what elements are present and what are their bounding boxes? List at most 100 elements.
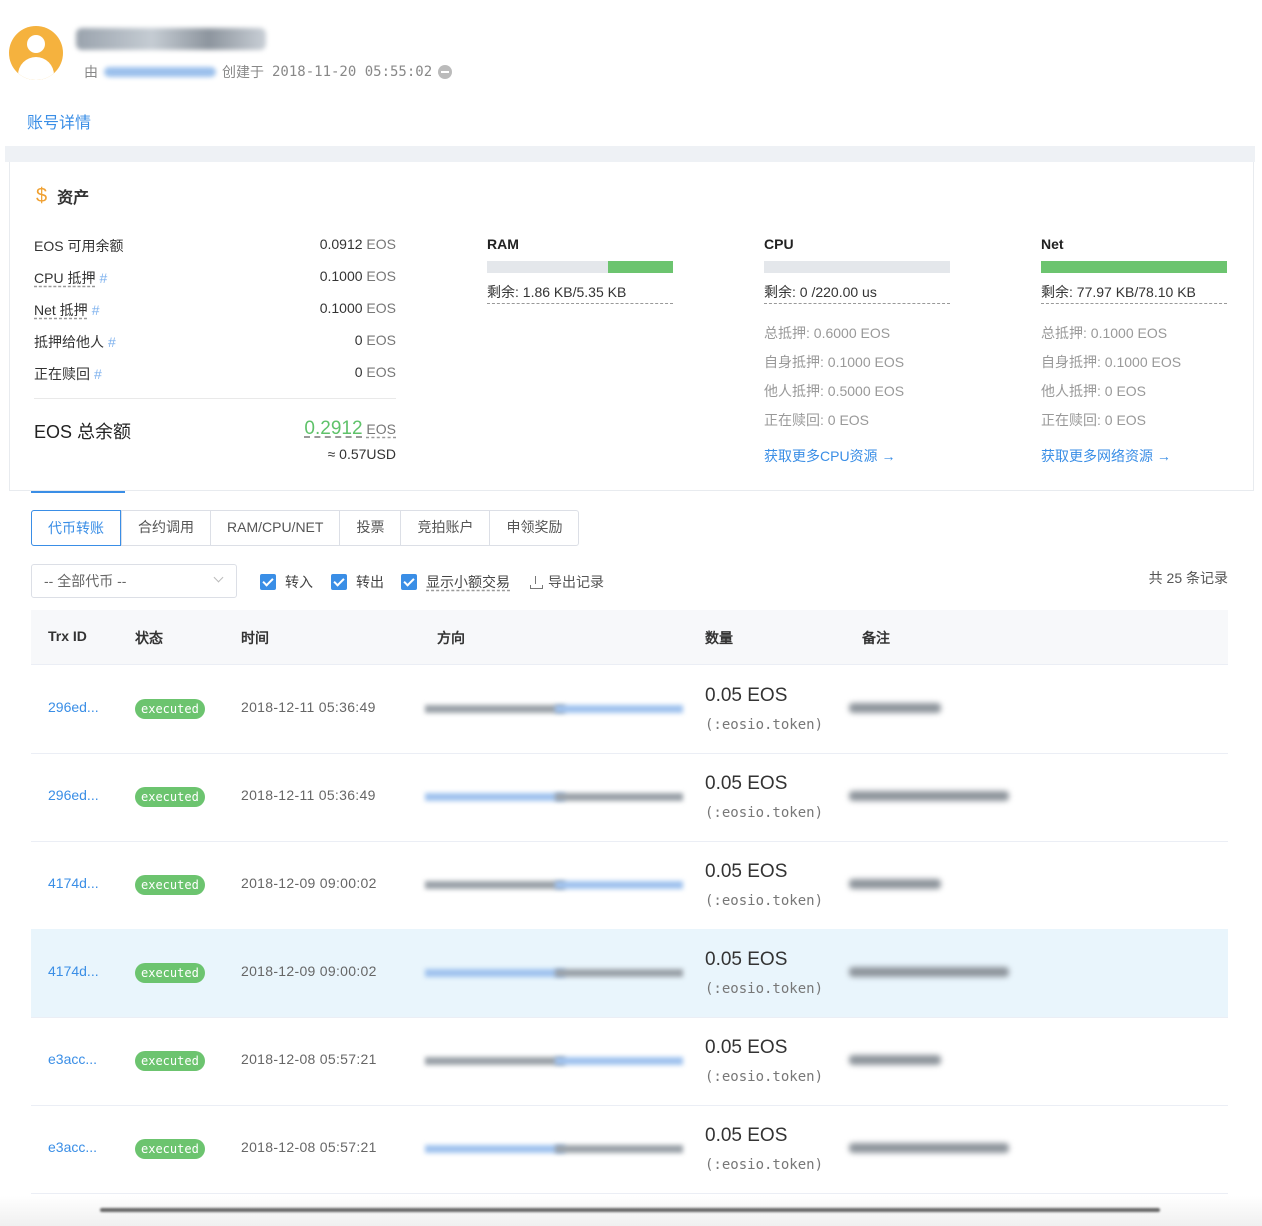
account-name-redacted	[76, 28, 266, 50]
export-button[interactable]: 导出记录	[530, 572, 604, 592]
net-self-stake: 自身抵押: 0.1000 EOS	[1041, 354, 1182, 370]
horizontal-scrollbar[interactable]	[100, 1208, 1160, 1212]
assets-title-text: 资产	[57, 190, 90, 207]
asset-value: 0	[354, 332, 363, 348]
tab-contract-call[interactable]: 合约调用	[121, 511, 210, 545]
status-badge: executed	[135, 699, 205, 719]
checkbox-outgoing[interactable]: 转出	[331, 572, 384, 592]
tab-token-transfer[interactable]: 代币转账	[31, 510, 121, 546]
col-direction: 方向	[437, 630, 465, 646]
status-badge: executed	[135, 875, 205, 895]
row-quantity: 0.05 EOS	[705, 1037, 788, 1058]
tab-vote[interactable]: 投票	[339, 511, 400, 545]
checkbox-show-small[interactable]: 显示小额交易	[401, 572, 510, 592]
table-row[interactable]: e3acc... executed 2018-12-08 05:57:21 0.…	[31, 1017, 1228, 1106]
trx-id-link[interactable]: 296ed...	[48, 787, 99, 803]
get-more-net-link[interactable]: 获取更多网络资源 →	[1041, 446, 1171, 466]
info-icon[interactable]	[438, 65, 453, 79]
tab-account-details[interactable]: 账号详情	[10, 105, 108, 149]
tab-ram-cpu-net[interactable]: RAM/CPU/NET	[210, 511, 339, 545]
active-indicator	[31, 491, 125, 493]
net-title: Net	[1041, 236, 1064, 252]
total-balance-value: 0.2912 EOS	[250, 418, 396, 440]
row-quantity: 0.05 EOS	[705, 773, 788, 794]
memo-redacted	[849, 967, 1009, 977]
download-icon	[530, 576, 543, 589]
asset-value: 0.1000	[319, 300, 363, 316]
table-header: Trx ID 状态 时间 方向 数量 备注	[31, 610, 1228, 665]
export-label: 导出记录	[548, 574, 604, 590]
trx-id-link[interactable]: 4174d...	[48, 963, 99, 979]
direction-redacted[interactable]	[425, 703, 683, 715]
asset-label: 抵押给他人	[34, 334, 104, 350]
asset-unit: EOS	[366, 236, 396, 252]
direction-redacted[interactable]	[425, 879, 683, 891]
col-memo: 备注	[862, 630, 890, 646]
created-time: 2018-11-20 05:55:02	[272, 64, 433, 80]
token-select[interactable]: -- 全部代币 --	[31, 564, 237, 598]
col-quantity: 数量	[705, 630, 733, 646]
total-balance-unit: EOS	[366, 421, 396, 437]
ram-title: RAM	[487, 236, 519, 252]
checkbox-incoming[interactable]: 转入	[260, 572, 313, 592]
table-row[interactable]: 4174d... executed 2018-12-09 09:00:02 0.…	[31, 929, 1228, 1018]
trx-id-link[interactable]: 296ed...	[48, 699, 99, 715]
cpu-others-stake: 他人抵押: 0.5000 EOS	[764, 383, 905, 399]
asset-label[interactable]: CPU 抵押	[34, 270, 95, 286]
creator-account-redacted[interactable]	[104, 67, 216, 77]
chevron-down-icon	[213, 572, 224, 583]
row-contract: (:eosio.token)	[705, 805, 824, 821]
row-time: 2018-12-11 05:36:49	[241, 699, 376, 715]
asset-unit: EOS	[366, 300, 396, 316]
asset-row-staked-to-others: 抵押给他人 # 0 EOS	[34, 332, 396, 352]
record-count: 共 25 条记录	[1148, 570, 1228, 586]
assets-title: $ 资产	[36, 184, 89, 208]
memo-redacted	[849, 791, 1009, 801]
asset-label: 正在赎回	[34, 366, 90, 382]
row-quantity: 0.05 EOS	[705, 949, 788, 970]
row-time: 2018-12-08 05:57:21	[241, 1051, 377, 1067]
table-row[interactable]: 296ed... executed 2018-12-11 05:36:49 0.…	[31, 753, 1228, 842]
hash-link-icon[interactable]: #	[108, 334, 116, 350]
checkbox-checked-icon[interactable]	[331, 574, 347, 590]
row-time: 2018-12-08 05:57:21	[241, 1139, 377, 1155]
total-balance-number: 0.2912	[304, 418, 363, 439]
direction-redacted[interactable]	[425, 967, 683, 979]
asset-label[interactable]: Net 抵押	[34, 302, 88, 318]
checkbox-checked-icon[interactable]	[401, 574, 417, 590]
asset-row-refunding: 正在赎回 # 0 EOS	[34, 364, 396, 384]
row-contract: (:eosio.token)	[705, 717, 824, 733]
trx-id-link[interactable]: e3acc...	[48, 1051, 97, 1067]
row-time: 2018-12-09 09:00:02	[241, 963, 377, 979]
transaction-type-tabs: 代币转账 合约调用 RAM/CPU/NET 投票 竞拍账户 申领奖励	[31, 510, 580, 546]
table-row[interactable]: 4174d... executed 2018-12-09 09:00:02 0.…	[31, 841, 1228, 930]
hash-link-icon[interactable]: #	[94, 366, 102, 382]
direction-redacted[interactable]	[425, 1143, 683, 1155]
ram-usage-fill	[607, 261, 673, 273]
direction-redacted[interactable]	[425, 1055, 683, 1067]
cpu-title: CPU	[764, 236, 794, 252]
cpu-total-stake: 总抵押: 0.6000 EOS	[764, 325, 891, 341]
trx-id-link[interactable]: 4174d...	[48, 875, 99, 891]
col-status: 状态	[135, 630, 163, 646]
tab-claim-rewards[interactable]: 申领奖励	[489, 511, 578, 545]
checkbox-checked-icon[interactable]	[260, 574, 276, 590]
tab-bid-account[interactable]: 竞拍账户	[400, 511, 489, 545]
asset-value: 0.1000	[319, 268, 363, 284]
cpu-usage-bar	[764, 261, 950, 273]
asset-value: 0.0912	[319, 236, 363, 252]
table-row[interactable]: e3acc... executed 2018-12-08 05:57:21 0.…	[31, 1105, 1228, 1194]
direction-redacted[interactable]	[425, 791, 683, 803]
memo-redacted	[849, 1055, 941, 1065]
trx-id-link[interactable]: e3acc...	[48, 1139, 97, 1155]
memo-redacted	[849, 703, 941, 713]
hash-link-icon[interactable]: #	[92, 302, 100, 318]
hash-link-icon[interactable]: #	[99, 270, 107, 286]
row-time: 2018-12-09 09:00:02	[241, 875, 377, 891]
memo-redacted	[849, 1143, 1009, 1153]
checkbox-label: 转出	[356, 574, 384, 590]
get-more-cpu-link[interactable]: 获取更多CPU资源 →	[764, 446, 895, 466]
table-row[interactable]: 296ed... executed 2018-12-11 05:36:49 0.…	[31, 665, 1228, 754]
created-label: 创建于	[222, 65, 264, 81]
divider	[34, 398, 396, 399]
